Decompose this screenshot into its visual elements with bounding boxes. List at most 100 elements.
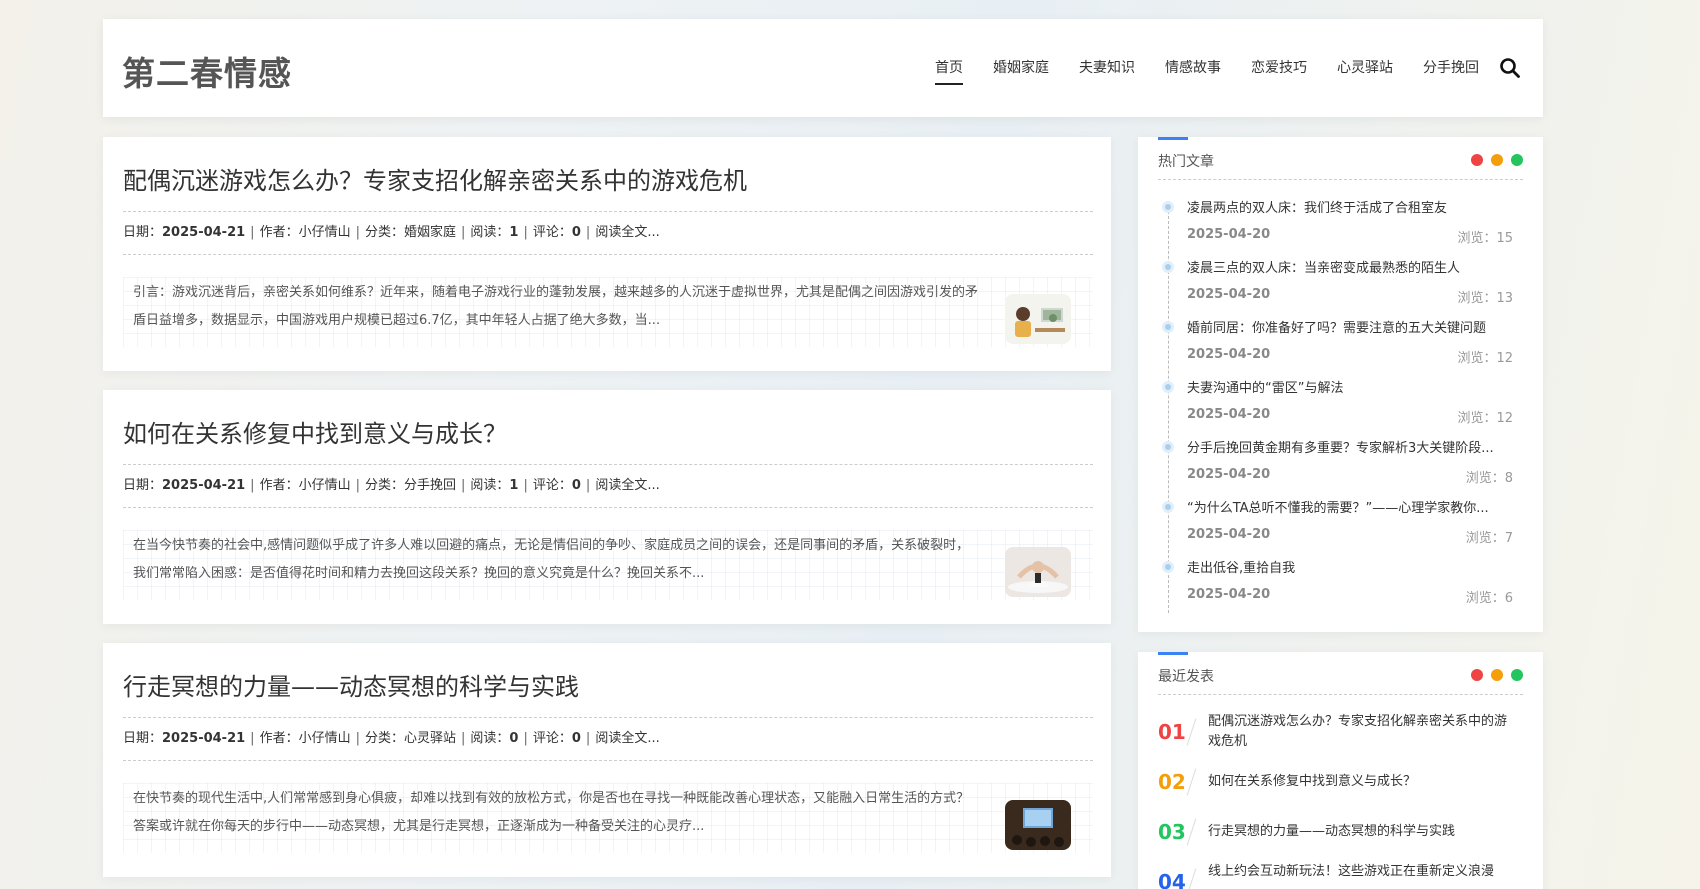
author-link[interactable]: 小仔情山 [299, 731, 351, 746]
article-thumbnail[interactable] [1005, 547, 1071, 597]
category-link[interactable]: 分手挽回 [404, 478, 456, 493]
divider [1186, 718, 1197, 746]
reads-count: 0 [509, 731, 519, 746]
hot-article-views: 浏览：6 [1465, 591, 1513, 606]
hot-article-link[interactable]: 婚前同居：你准备好了吗？需要注意的五大关键问题 [1187, 317, 1519, 336]
hot-article-link[interactable]: 凌晨三点的双人床：当亲密变成最熟悉的陌生人 [1187, 257, 1519, 276]
list-item: 01 配偶沉迷游戏怎么办？专家支招化解亲密关系中的游戏危机 [1158, 712, 1523, 762]
nav-home[interactable]: 首页 [935, 57, 963, 85]
category-link[interactable]: 心灵驿站 [404, 731, 456, 746]
recent-post-link[interactable]: 配偶沉迷游戏怎么办？专家支招化解亲密关系中的游戏危机 [1208, 712, 1508, 752]
red-dot-icon [1471, 669, 1483, 681]
article-thumbnail[interactable] [1005, 800, 1071, 850]
list-item: 凌晨两点的双人床：我们终于活成了合租室友 2025-04-20 浏览：15 [1158, 193, 1523, 253]
article-title[interactable]: 行走冥想的力量——动态冥想的科学与实践 [123, 667, 579, 702]
article-title[interactable]: 配偶沉迷游戏怎么办？专家支招化解亲密关系中的游戏危机 [123, 161, 747, 196]
author-link[interactable]: 小仔情山 [299, 225, 351, 240]
category-label: 分类： [364, 731, 404, 746]
hot-article-link[interactable]: 走出低谷,重拾自我 [1187, 557, 1519, 576]
article-excerpt: 在当今快节奏的社会中,感情问题似乎成了许多人难以回避的痛点，无论是情侣间的争吵、… [133, 538, 970, 581]
article-thumbnail[interactable] [1005, 294, 1071, 344]
recent-list: 01 配偶沉迷游戏怎么办？专家支招化解亲密关系中的游戏危机 02 如何在关系修复… [1158, 712, 1523, 889]
reads-label: 阅读： [470, 225, 510, 240]
recent-post-link[interactable]: 行走冥想的力量——动态冥想的科学与实践 [1208, 822, 1508, 842]
hot-article-date: 2025-04-20 [1187, 467, 1271, 482]
site-logo[interactable]: 第二春情感 [122, 47, 292, 95]
list-item: 走出低谷,重拾自我 2025-04-20 浏览：6 [1158, 553, 1523, 613]
window-dots [1471, 669, 1523, 681]
recent-post-link[interactable]: 线上约会互动新玩法！这些游戏正在重新定义浪漫 [1208, 862, 1508, 882]
green-dot-icon [1511, 154, 1523, 166]
rank-number: 03 [1158, 820, 1186, 844]
date-label: 日期： [123, 731, 163, 746]
widget-header: 最近发表 [1158, 652, 1523, 695]
hot-article-views: 浏览：15 [1457, 231, 1513, 246]
timeline-dot-icon [1162, 261, 1174, 273]
date-value: 2025-04-21 [162, 478, 246, 493]
hot-article-link[interactable]: 夫妻沟通中的“雷区”与解法 [1187, 377, 1519, 396]
hot-article-date: 2025-04-20 [1187, 407, 1271, 422]
article-excerpt: 引言：游戏沉迷背后，亲密关系如何维系？近年来，随着电子游戏行业的蓬勃发展，越来越… [133, 285, 979, 328]
comments-label: 评论： [532, 731, 572, 746]
search-icon[interactable] [1499, 57, 1521, 79]
nav-dating-tips[interactable]: 恋爱技巧 [1251, 57, 1307, 85]
category-link[interactable]: 婚姻家庭 [404, 225, 456, 240]
hot-article-views: 浏览：13 [1457, 291, 1513, 306]
hot-article-date: 2025-04-20 [1187, 287, 1271, 302]
red-dot-icon [1471, 154, 1483, 166]
timeline-dot-icon [1162, 201, 1174, 213]
yellow-dot-icon [1491, 669, 1503, 681]
yellow-dot-icon [1491, 154, 1503, 166]
article-meta: 日期：2025-04-21 | 作者：小仔情山 | 分类：婚姻家庭 | 阅读：1 | 评论：0 |… [123, 211, 1093, 255]
nav-couple-knowledge[interactable]: 夫妻知识 [1079, 57, 1135, 85]
author-link[interactable]: 小仔情山 [299, 478, 351, 493]
window-dots [1471, 154, 1523, 166]
nav-marriage-family[interactable]: 婚姻家庭 [993, 57, 1049, 85]
rank-number: 02 [1158, 770, 1186, 794]
hot-article-views: 浏览：12 [1457, 351, 1513, 366]
date-value: 2025-04-21 [162, 731, 246, 746]
comments-label: 评论： [532, 225, 572, 240]
divider [1186, 768, 1197, 796]
widget-title: 最近发表 [1158, 669, 1214, 685]
timeline-dot-icon [1162, 321, 1174, 333]
reads-count: 1 [509, 478, 519, 493]
rank-number: 04 [1158, 870, 1186, 889]
main-nav: 首页 婚姻家庭 夫妻知识 情感故事 恋爱技巧 心灵驿站 分手挽回 [905, 57, 1479, 85]
page: 第二春情感 首页 婚姻家庭 夫妻知识 情感故事 恋爱技巧 心灵驿站 分手挽回 配… [0, 0, 1700, 889]
article-meta: 日期：2025-04-21 | 作者：小仔情山 | 分类：分手挽回 | 阅读：1 | 评论：0 |… [123, 464, 1093, 508]
divider [1186, 818, 1197, 846]
reads-label: 阅读： [470, 478, 510, 493]
divider [1186, 868, 1197, 889]
hot-article-link[interactable]: 凌晨两点的双人床：我们终于活成了合租室友 [1187, 197, 1519, 216]
nav-soul-station[interactable]: 心灵驿站 [1337, 57, 1393, 85]
hot-article-link[interactable]: 分手后挽回黄金期有多重要？专家解析3大关键阶段... [1187, 437, 1519, 456]
hot-article-date: 2025-04-20 [1187, 587, 1271, 602]
reads-label: 阅读： [470, 731, 510, 746]
article-excerpt-box: 在当今快节奏的社会中,感情问题似乎成了许多人难以回避的痛点，无论是情侣间的争吵、… [123, 530, 1093, 600]
author-label: 作者： [259, 225, 299, 240]
read-more-link[interactable]: 阅读全文... [595, 225, 659, 240]
recent-post-link[interactable]: 如何在关系修复中找到意义与成长？ [1208, 772, 1508, 792]
article-title[interactable]: 如何在关系修复中找到意义与成长？ [123, 414, 507, 449]
hot-article-views: 浏览：8 [1465, 471, 1513, 486]
list-item: 03 行走冥想的力量——动态冥想的科学与实践 [1158, 812, 1523, 862]
hot-article-date: 2025-04-20 [1187, 227, 1271, 242]
timeline-dot-icon [1162, 381, 1174, 393]
comments-count: 0 [571, 225, 581, 240]
hot-article-link[interactable]: “为什么TA总听不懂我的需要？”——心理学家教你... [1187, 497, 1519, 516]
site-header: 第二春情感 首页 婚姻家庭 夫妻知识 情感故事 恋爱技巧 心灵驿站 分手挽回 [103, 19, 1543, 117]
widget-header: 热门文章 [1158, 137, 1523, 180]
nav-love-stories[interactable]: 情感故事 [1165, 57, 1221, 85]
read-more-link[interactable]: 阅读全文... [595, 731, 659, 746]
read-more-link[interactable]: 阅读全文... [595, 478, 659, 493]
hot-article-date: 2025-04-20 [1187, 527, 1271, 542]
article-card: 如何在关系修复中找到意义与成长？ 日期：2025-04-21 | 作者：小仔情山 | 分… [103, 390, 1111, 624]
date-value: 2025-04-21 [162, 225, 246, 240]
list-item: “为什么TA总听不懂我的需要？”——心理学家教你... 2025-04-20 浏… [1158, 493, 1523, 553]
list-item: 婚前同居：你准备好了吗？需要注意的五大关键问题 2025-04-20 浏览：12 [1158, 313, 1523, 373]
nav-breakup-recovery[interactable]: 分手挽回 [1423, 57, 1479, 85]
green-dot-icon [1511, 669, 1523, 681]
author-label: 作者： [259, 478, 299, 493]
article-excerpt-box: 在快节奏的现代生活中,人们常常感到身心俱疲，却难以找到有效的放松方式，你是否也在… [123, 783, 1093, 853]
